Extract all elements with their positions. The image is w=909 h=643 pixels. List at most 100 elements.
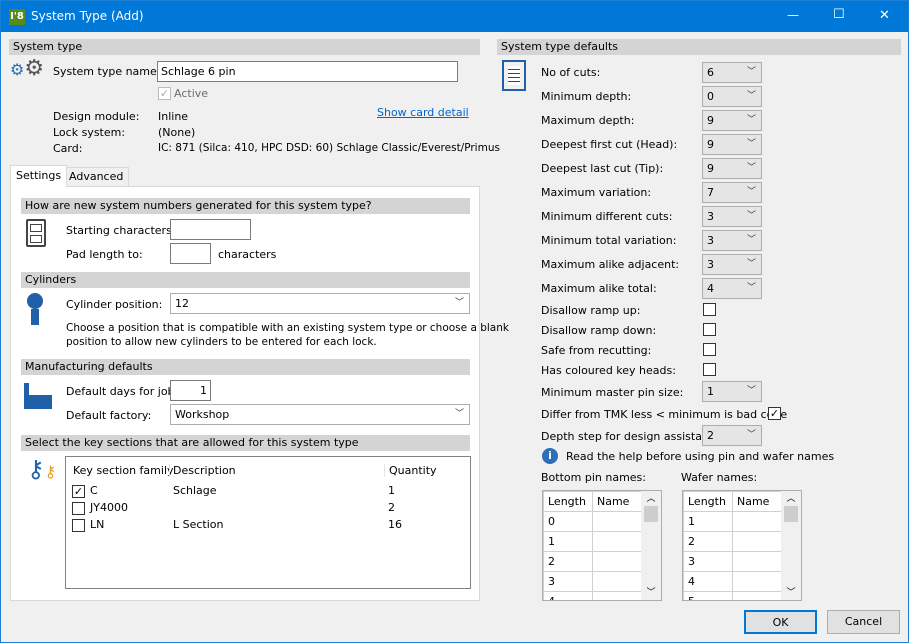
tab-advanced[interactable]: Advanced [63, 167, 130, 186]
active-checkbox[interactable]: ✓ [158, 87, 171, 100]
default-label: Minimum total variation: [541, 234, 677, 247]
system-type-gear-icon: ⚙⚙ [10, 56, 45, 81]
default-select-value: 3 [707, 258, 714, 271]
chevron-down-icon: ﹀ [746, 430, 756, 440]
depth-step-value: 2 [707, 429, 714, 442]
grid-length-cell[interactable]: 3 [683, 551, 733, 572]
key-sections-list[interactable]: Key section family Description Quantity … [65, 456, 471, 589]
grid-length-cell[interactable]: 4 [683, 571, 733, 592]
column-header-length[interactable]: Length [543, 491, 593, 512]
grid-length-cell[interactable]: 5 [683, 591, 733, 600]
title-bar: I'8 System Type (Add) — ☐ ✕ [1, 1, 908, 32]
key-section-family: LN [90, 518, 105, 531]
default-select-value: 0 [707, 90, 714, 103]
system-type-name-input[interactable]: Schlage 6 pin [157, 61, 458, 82]
column-header-length[interactable]: Length [683, 491, 733, 512]
default-select[interactable]: 3 ﹀ [702, 230, 762, 251]
default-checkbox[interactable] [703, 363, 716, 376]
grid-length-cell[interactable]: 4 [543, 591, 593, 600]
design-module-label: Design module: [53, 110, 140, 123]
default-select-value: 7 [707, 186, 714, 199]
default-checkbox[interactable] [703, 323, 716, 336]
document-icon [502, 60, 526, 91]
dialog-window: I'8 System Type (Add) — ☐ ✕ System type … [0, 0, 909, 643]
grid-name-cell[interactable] [732, 531, 785, 552]
minimize-button[interactable]: — [787, 8, 799, 22]
depth-step-select[interactable]: 2 ﹀ [702, 425, 762, 446]
chevron-down-icon: ﹀ [746, 235, 756, 245]
grid-length-cell[interactable]: 2 [543, 551, 593, 572]
pad-length-input[interactable] [170, 243, 211, 264]
grid-length-cell[interactable]: 2 [683, 531, 733, 552]
default-days-input[interactable]: 1 [170, 380, 211, 401]
scrollbar[interactable]: ︿ ﹀ [641, 491, 661, 600]
chevron-down-icon: ﹀ [746, 211, 756, 221]
default-factory-select[interactable]: Workshop ﹀ [170, 404, 470, 425]
app-icon: I'8 [9, 9, 25, 25]
default-select[interactable]: 3 ﹀ [702, 254, 762, 275]
grid-length-cell[interactable]: 3 [543, 571, 593, 592]
column-header-name[interactable]: Name [592, 491, 645, 512]
chevron-down-icon: ﹀ [746, 187, 756, 197]
column-header-name[interactable]: Name [732, 491, 785, 512]
default-select[interactable]: 7 ﹀ [702, 182, 762, 203]
show-card-detail-link[interactable]: Show card detail [377, 106, 469, 119]
default-select[interactable]: 3 ﹀ [702, 206, 762, 227]
info-text: Read the help before using pin and wafer… [566, 450, 835, 463]
scrollbar[interactable]: ︿ ﹀ [781, 491, 801, 600]
grid-length-cell[interactable]: 0 [543, 511, 593, 532]
grid-name-cell[interactable] [732, 511, 785, 532]
grid-name-cell[interactable] [592, 571, 645, 592]
chevron-down-icon: ﹀ [746, 115, 756, 125]
window-title: System Type (Add) [31, 9, 144, 23]
maximize-button[interactable]: ☐ [833, 7, 845, 22]
min-master-pin-select[interactable]: 1 ﹀ [702, 381, 762, 402]
default-select[interactable]: 6 ﹀ [702, 62, 762, 83]
default-check-label: Has coloured key heads: [541, 364, 676, 377]
default-checkbox[interactable] [703, 303, 716, 316]
default-select[interactable]: 4 ﹀ [702, 278, 762, 299]
column-header-description[interactable]: Description [169, 464, 236, 477]
ok-button[interactable]: OK [744, 610, 817, 634]
differ-from-tmk-checkbox[interactable]: ✓ [768, 407, 781, 420]
grid-name-cell[interactable] [592, 591, 645, 600]
grid-name-cell[interactable] [592, 531, 645, 552]
grid-name-cell[interactable] [732, 551, 785, 572]
wafer-names-grid[interactable]: LengthName12345 ︿﹀ [682, 490, 802, 601]
grid-name-cell[interactable] [592, 511, 645, 532]
default-select-value: 4 [707, 282, 714, 295]
bottom-pin-names-label: Bottom pin names: [541, 471, 646, 484]
chevron-down-icon: ﹀ [746, 139, 756, 149]
default-checkbox[interactable] [703, 343, 716, 356]
chevron-down-icon: ﹀ [454, 298, 464, 308]
settings-panel: How are new system numbers generated for… [10, 186, 509, 601]
bottom-pin-names-grid[interactable]: LengthName01234 ︿﹀ [542, 490, 662, 601]
default-select[interactable]: 9 ﹀ [702, 158, 762, 179]
cylinder-position-select[interactable]: 12 ﹀ [170, 293, 470, 314]
column-header-quantity[interactable]: Quantity [384, 464, 437, 477]
default-select[interactable]: 9 ﹀ [702, 110, 762, 131]
grid-name-cell[interactable] [592, 551, 645, 572]
close-button[interactable]: ✕ [879, 8, 890, 23]
default-select[interactable]: 9 ﹀ [702, 134, 762, 155]
key-section-checkbox[interactable]: ✓ [72, 485, 85, 498]
key-section-checkbox[interactable] [72, 519, 85, 532]
chevron-down-icon: ﹀ [746, 67, 756, 77]
grid-length-cell[interactable]: 1 [683, 511, 733, 532]
default-select[interactable]: 0 ﹀ [702, 86, 762, 107]
default-select-value: 9 [707, 162, 714, 175]
default-label: Deepest first cut (Head): [541, 138, 678, 151]
lock-system-label: Lock system: [53, 126, 126, 139]
cancel-button[interactable]: Cancel [827, 610, 900, 634]
grid-length-cell[interactable]: 1 [543, 531, 593, 552]
key-section-checkbox[interactable] [72, 502, 85, 515]
key-section-family: JY4000 [90, 501, 128, 514]
grid-name-cell[interactable] [732, 591, 785, 600]
key-section-quantity: 1 [388, 484, 395, 497]
default-check-label: Disallow ramp down: [541, 324, 657, 337]
default-label: Maximum depth: [541, 114, 635, 127]
column-header-family[interactable]: Key section family [73, 464, 174, 477]
tab-settings[interactable]: Settings [10, 165, 68, 187]
starting-characters-input[interactable] [170, 219, 251, 240]
grid-name-cell[interactable] [732, 571, 785, 592]
